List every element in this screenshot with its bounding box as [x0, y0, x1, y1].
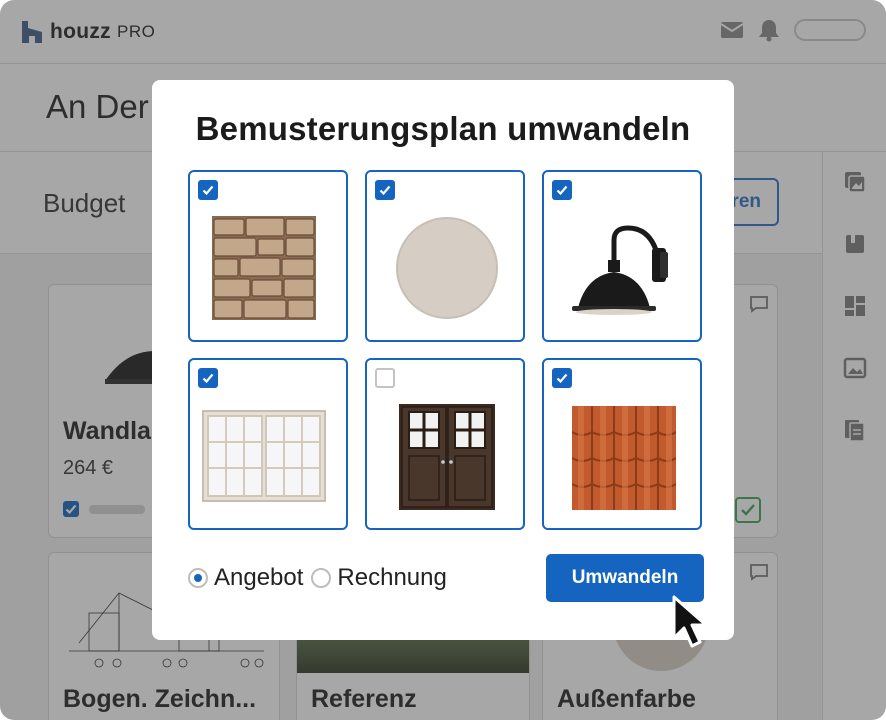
item-checkbox[interactable]	[198, 180, 218, 200]
radio-button-selected[interactable]	[188, 568, 208, 588]
item-tile-window[interactable]	[188, 358, 348, 530]
roof-tiles-image	[572, 406, 676, 510]
item-checkbox[interactable]	[552, 180, 572, 200]
paint-swatch-image	[396, 217, 498, 319]
item-tile-stone[interactable]	[188, 170, 348, 342]
item-tile-paint[interactable]	[365, 170, 525, 342]
item-checkbox[interactable]	[375, 368, 395, 388]
item-checkbox[interactable]	[552, 368, 572, 388]
document-type-radio-group: Angebot Rechnung	[188, 564, 455, 592]
check-icon	[556, 373, 568, 384]
radio-angebot[interactable]: Angebot	[188, 564, 303, 592]
mouse-pointer-icon	[672, 595, 708, 648]
item-tile-door[interactable]	[365, 358, 525, 530]
double-door-image	[399, 404, 495, 510]
check-icon	[202, 185, 214, 196]
check-icon	[379, 185, 391, 196]
stone-wall-image	[212, 216, 316, 320]
dialog-title: Bemusterungsplan umwandeln	[195, 110, 691, 147]
item-checkbox[interactable]	[198, 368, 218, 388]
item-checkbox[interactable]	[375, 180, 395, 200]
radio-rechnung[interactable]: Rechnung	[311, 564, 447, 592]
item-tile-lamp[interactable]	[542, 170, 702, 342]
radio-button[interactable]	[311, 568, 332, 588]
sliding-window-image	[202, 410, 326, 502]
radio-label: Rechnung	[337, 564, 447, 591]
barn-lamp-image	[572, 225, 668, 315]
item-tile-roof[interactable]	[542, 358, 702, 530]
radio-label: Angebot	[214, 564, 304, 591]
check-icon	[202, 373, 214, 384]
check-icon	[556, 185, 568, 196]
convert-dialog: Bemusterungsplan umwandeln Angebot Rechn…	[152, 80, 734, 640]
